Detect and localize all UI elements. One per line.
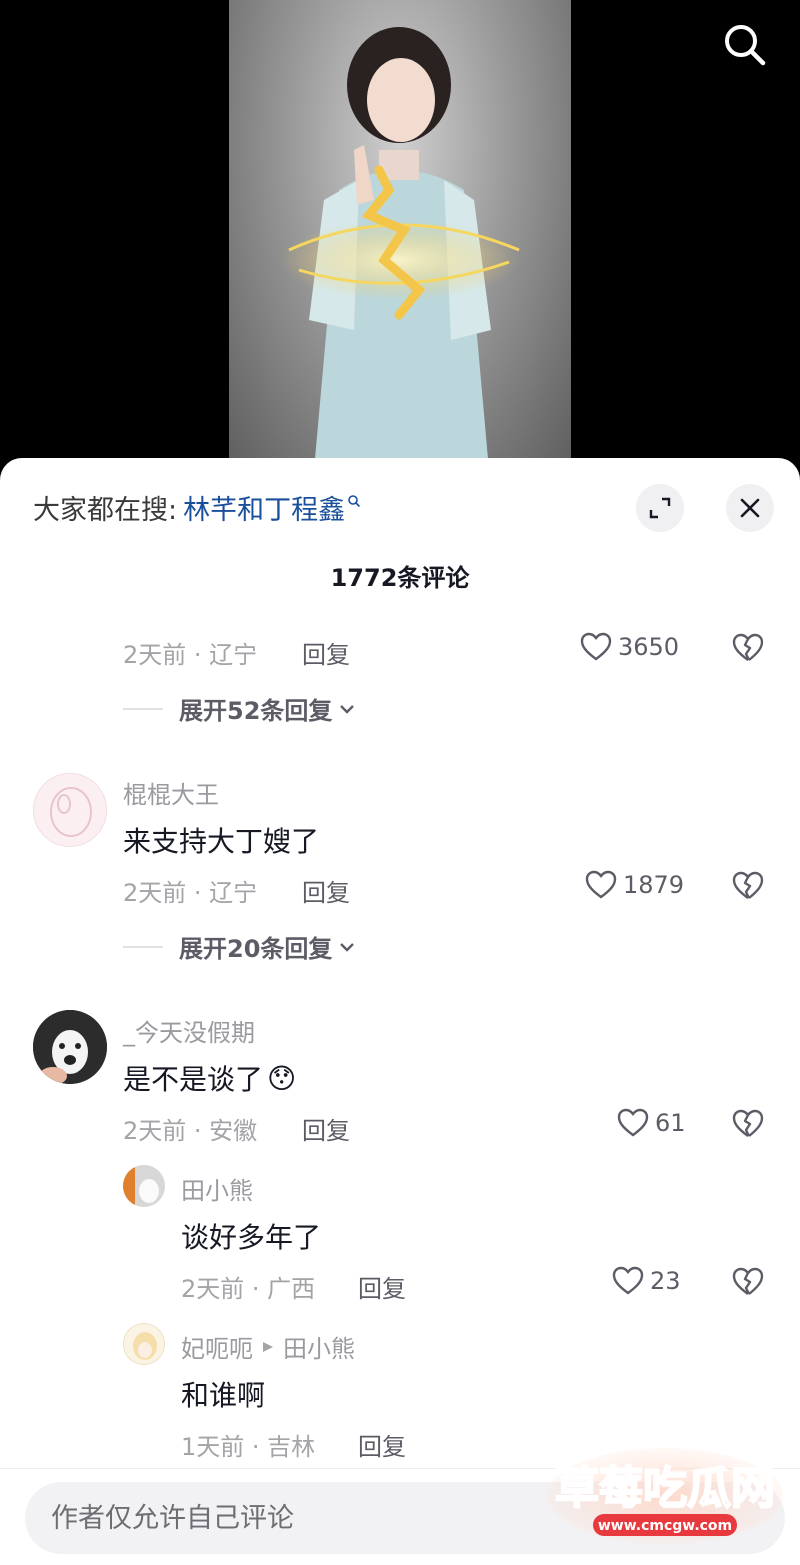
avatar-illustration (50, 787, 92, 837)
broken-heart-icon (732, 871, 764, 899)
search-suggestion: 大家都在搜: 林芊和丁程鑫 (33, 488, 361, 527)
dislike-button[interactable] (732, 1267, 764, 1301)
search-button[interactable] (720, 20, 770, 70)
watermark-title: 草莓吃瓜网 (555, 1463, 775, 1514)
reply-username[interactable]: 田小熊 (181, 1171, 253, 1206)
expand-replies-button[interactable]: 展开20条回复 (123, 929, 356, 964)
expand-replies-label: 展开52条回复 (179, 697, 333, 725)
like-count: 23 (650, 1267, 681, 1295)
heart-icon (612, 1266, 644, 1295)
heart-icon (617, 1108, 649, 1137)
reply-text: 谈好多年了 (181, 1221, 322, 1254)
reply-button[interactable]: 回复 (302, 635, 350, 670)
search-icon (725, 25, 766, 66)
avatar[interactable] (33, 1010, 107, 1084)
avatar-illustration (133, 1332, 157, 1360)
like-count: 61 (655, 1109, 686, 1137)
comment-count: 1772条评论 (330, 564, 470, 592)
avatar-illustration (123, 1165, 165, 1207)
close-icon (740, 498, 760, 518)
dislike-button[interactable] (732, 1109, 764, 1143)
heart-icon (585, 870, 617, 899)
search-suggestion-prefix: 大家都在搜: (33, 495, 178, 526)
close-button[interactable] (726, 484, 774, 532)
reply-button[interactable]: 回复 (302, 1111, 350, 1146)
reply-text: 和谁啊 (181, 1379, 266, 1412)
expand-icon (649, 497, 671, 519)
watermark-logo: 草莓吃瓜网 www.cmcgw.com (545, 1448, 785, 1548)
expand-sheet-button[interactable] (636, 484, 684, 532)
video-player[interactable] (0, 0, 800, 470)
broken-heart-icon (732, 633, 764, 661)
surprised-emoji: 😯 (267, 1061, 297, 1095)
avatar[interactable] (123, 1323, 165, 1365)
avatar[interactable] (33, 773, 107, 847)
reply-to-username[interactable]: 田小熊 (283, 1329, 355, 1364)
video-figure-illustration (279, 27, 520, 470)
like-count: 1879 (623, 871, 685, 899)
search-suggestion-keyword: 林芊和丁程鑫 (183, 495, 346, 526)
comment-meta: 2天前 · 安徽 (123, 1117, 258, 1145)
chevron-down-icon (340, 704, 355, 714)
like-button[interactable]: 1879 (585, 870, 684, 900)
expand-replies-label: 展开20条回复 (179, 935, 333, 963)
search-suggestion-keyword-link[interactable]: 林芊和丁程鑫 (183, 488, 361, 527)
play-arrow-icon (263, 1341, 273, 1352)
comment-sheet (0, 458, 800, 1565)
reply-username-row: 妃呃呃 田小熊 (181, 1329, 355, 1364)
like-button[interactable]: 23 (612, 1266, 681, 1296)
small-search-icon (348, 494, 361, 507)
comment-meta: 2天前 · 辽宁 (123, 879, 258, 907)
reply-meta: 1天前 · 吉林 (181, 1433, 316, 1461)
comment-text-row: 是不是谈了 😯 (123, 1058, 296, 1098)
like-button[interactable]: 61 (617, 1108, 686, 1138)
comment-username[interactable]: _今天没假期 (123, 1013, 255, 1048)
divider-line (123, 945, 163, 948)
reply-button[interactable]: 回复 (358, 1269, 406, 1304)
expand-replies-button[interactable]: 展开52条回复 (123, 691, 356, 726)
reply-username[interactable]: 妃呃呃 (181, 1329, 253, 1364)
comment-username[interactable]: 棍棍大王 (123, 775, 219, 810)
dog-avatar-illustration (33, 1010, 107, 1084)
like-button[interactable]: 3650 (580, 632, 679, 662)
reply-button[interactable]: 回复 (302, 873, 350, 908)
watermark-badge: 草莓吃瓜网 www.cmcgw.com (547, 1448, 783, 1544)
video-frame (229, 0, 571, 470)
like-count: 3650 (618, 633, 680, 661)
dislike-button[interactable] (732, 633, 764, 667)
heart-icon (580, 632, 612, 661)
reply-button[interactable]: 回复 (358, 1427, 406, 1462)
avatar[interactable] (123, 1165, 165, 1207)
broken-heart-icon (732, 1109, 764, 1137)
divider-line (123, 707, 163, 710)
comment-text: 来支持大丁嫂了 (123, 825, 320, 858)
broken-heart-icon (732, 1267, 764, 1295)
comment-meta: 2天前 · 辽宁 (123, 641, 258, 669)
reply-meta: 2天前 · 广西 (181, 1275, 316, 1303)
comment-text: 是不是谈了 (123, 1063, 264, 1096)
watermark-url: www.cmcgw.com (598, 1518, 732, 1534)
dislike-button[interactable] (732, 871, 764, 905)
chevron-down-icon (340, 942, 355, 952)
